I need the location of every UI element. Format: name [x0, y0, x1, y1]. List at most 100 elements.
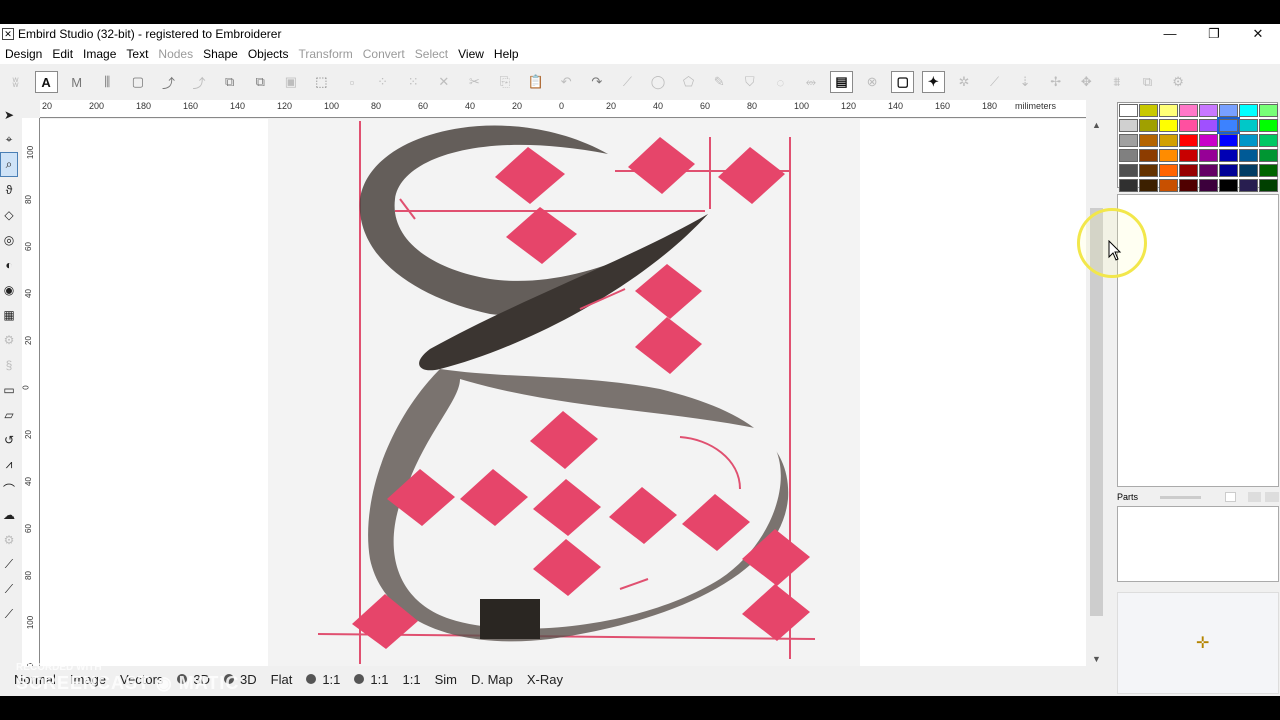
color-swatch[interactable] — [1139, 149, 1158, 162]
minimize-button[interactable]: — — [1148, 24, 1192, 44]
color-swatch[interactable] — [1219, 149, 1238, 162]
color-swatch[interactable] — [1259, 134, 1278, 147]
menu-view[interactable]: View — [453, 44, 489, 64]
color-swatch[interactable] — [1139, 179, 1158, 192]
gear-small-icon[interactable]: ✲ — [952, 71, 975, 93]
color-swatch[interactable] — [1259, 119, 1278, 132]
select-pattern-icon[interactable]: ⁘ — [371, 71, 394, 93]
color-swatch[interactable] — [1217, 117, 1240, 134]
stamp-icon[interactable]: ◉ — [0, 277, 18, 302]
color-swatch[interactable] — [1119, 134, 1138, 147]
color-swatch[interactable] — [1179, 149, 1198, 162]
distribute-icon[interactable]: ✢ — [1044, 71, 1067, 93]
ribbon-icon[interactable]: ▭ — [0, 377, 18, 402]
restore-button[interactable]: ❐ — [1192, 24, 1236, 44]
group-icon[interactable]: ⧉ — [1136, 71, 1159, 93]
close-button[interactable]: ✕ — [1236, 24, 1280, 44]
delete-icon[interactable]: ✕ — [432, 71, 455, 93]
open-image-icon[interactable]: ⧉ — [218, 71, 241, 93]
color-swatch[interactable] — [1179, 179, 1198, 192]
color-swatch[interactable] — [1259, 164, 1278, 177]
polygon-icon[interactable]: ◇ — [0, 202, 18, 227]
fill-shape-icon[interactable]: ◐ — [0, 252, 18, 277]
monogram-icon[interactable]: M — [65, 71, 88, 93]
color-swatch[interactable] — [1179, 119, 1198, 132]
move-icon[interactable]: ✥ — [1075, 71, 1098, 93]
magic-wand-icon[interactable]: ✦ — [921, 71, 945, 93]
ruler-icon[interactable]: ⟋ — [0, 602, 18, 627]
spiral-icon[interactable]: ◎ — [0, 227, 18, 252]
color-swatch[interactable] — [1159, 149, 1178, 162]
stitch-icon[interactable]: ⩩ — [1105, 71, 1128, 93]
text-tool-icon[interactable]: A — [34, 71, 58, 93]
text-effects-icon[interactable]: ʬ — [4, 71, 27, 93]
new-icon[interactable]: ▢ — [126, 71, 149, 93]
reshape-icon[interactable]: ⟋ — [616, 71, 639, 93]
ribbon2-icon[interactable]: ▱ — [0, 402, 18, 427]
text-path-icon[interactable]: ϑ — [0, 177, 18, 202]
color-swatch[interactable] — [1219, 164, 1238, 177]
view-option-1-1[interactable]: 1:1 — [354, 672, 388, 687]
frame-icon[interactable]: ▢ — [891, 71, 915, 93]
fill-icon[interactable]: ⛉ — [738, 71, 761, 93]
color-swatch[interactable] — [1239, 164, 1258, 177]
select-none-icon[interactable]: ▫ — [341, 71, 364, 93]
color-swatch[interactable] — [1219, 179, 1238, 192]
color-swatch[interactable] — [1159, 164, 1178, 177]
copy-icon[interactable]: ⎘ — [494, 71, 517, 93]
columns-icon[interactable]: ⫼ — [96, 71, 119, 93]
import-icon[interactable]: ⤴ — [188, 71, 211, 93]
color-swatch[interactable] — [1259, 179, 1278, 192]
color-swatch[interactable] — [1239, 149, 1258, 162]
settings-icon[interactable]: ⚙ — [1167, 71, 1190, 93]
view-option-1-1[interactable]: 1:1 — [306, 672, 340, 687]
knife-icon[interactable]: ⟋ — [0, 552, 18, 577]
menu-nodes[interactable]: Nodes — [153, 44, 198, 64]
vertical-scrollbar[interactable]: ▲ ▼ — [1088, 118, 1105, 666]
view-option-sim[interactable]: Sim — [435, 672, 457, 687]
color-swatch[interactable] — [1139, 104, 1158, 117]
menu-design[interactable]: Design — [0, 44, 47, 64]
align-icon[interactable]: ⇣ — [1014, 71, 1037, 93]
color-swatch[interactable] — [1259, 104, 1278, 117]
color-swatch[interactable] — [1179, 134, 1198, 147]
color-swatch[interactable] — [1159, 104, 1178, 117]
view-image-icon[interactable]: ▤ — [830, 71, 854, 93]
pen-icon[interactable]: ✎ — [708, 71, 731, 93]
view-option-1-1[interactable]: 1:1 — [402, 672, 420, 687]
color-swatch[interactable] — [1139, 134, 1158, 147]
node-edit-icon[interactable]: ⊗ — [861, 71, 884, 93]
color-swatch[interactable] — [1199, 119, 1218, 132]
color-swatch[interactable] — [1159, 119, 1178, 132]
color-swatch[interactable] — [1199, 179, 1218, 192]
parts-list[interactable] — [1117, 506, 1279, 582]
color-swatch[interactable] — [1159, 179, 1178, 192]
select-arrow-icon[interactable]: ➤ — [0, 102, 18, 127]
menu-image[interactable]: Image — [78, 44, 121, 64]
menu-transform[interactable]: Transform — [294, 44, 358, 64]
color-swatch[interactable] — [1179, 104, 1198, 117]
color-swatch[interactable] — [1239, 104, 1258, 117]
view-option-flat[interactable]: Flat — [271, 672, 293, 687]
color-swatch[interactable] — [1199, 149, 1218, 162]
select-all-icon[interactable]: ⬚ — [310, 71, 333, 93]
view-option-x-ray[interactable]: X-Ray — [527, 672, 563, 687]
menu-shape[interactable]: Shape — [198, 44, 243, 64]
parts-down-button[interactable] — [1265, 492, 1279, 502]
bezier-icon[interactable]: ⌒ — [0, 477, 18, 502]
node-select-icon[interactable]: ⌖ — [0, 127, 18, 152]
zoom-icon[interactable]: ⌕ — [0, 152, 18, 177]
menu-text[interactable]: Text — [121, 44, 153, 64]
color-swatch[interactable] — [1139, 164, 1158, 177]
insert-icon[interactable]: ⧉ — [249, 71, 272, 93]
color-swatch[interactable] — [1239, 179, 1258, 192]
color-swatch[interactable] — [1119, 149, 1138, 162]
color-swatch[interactable] — [1139, 119, 1158, 132]
menu-objects[interactable]: Objects — [243, 44, 294, 64]
color-swatch[interactable] — [1239, 134, 1258, 147]
open-icon[interactable]: ⤴ — [157, 71, 180, 93]
outline-icon[interactable]: ◌ — [769, 71, 792, 93]
menu-edit[interactable]: Edit — [47, 44, 78, 64]
color-swatch[interactable] — [1199, 134, 1218, 147]
redo-icon[interactable]: ↷ — [585, 71, 608, 93]
